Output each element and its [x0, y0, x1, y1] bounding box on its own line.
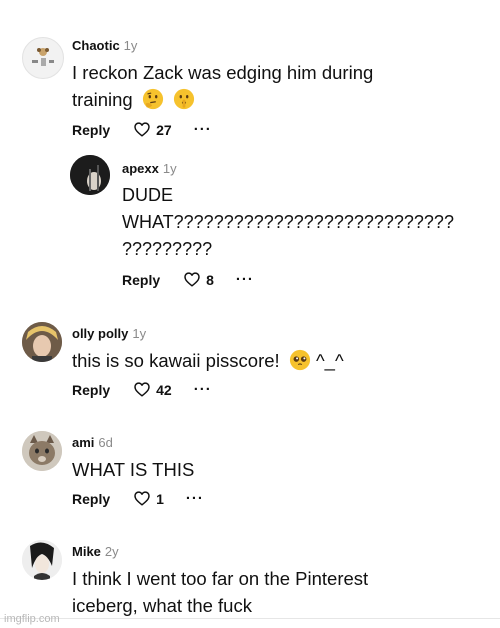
reply-button[interactable]: Reply [72, 382, 110, 398]
shushing-face-icon [173, 88, 195, 110]
pleading-face-icon [289, 349, 310, 371]
reply-button[interactable]: Reply [72, 122, 110, 138]
comment-text: this is so kawaii pisscore! ^_^ [72, 349, 344, 371]
like-button[interactable]: 42 [134, 382, 172, 398]
timestamp: 1y [162, 161, 177, 176]
timestamp: 1y [123, 38, 138, 53]
more-options-icon[interactable]: ··· [194, 121, 212, 138]
more-options-icon[interactable]: ··· [186, 490, 204, 507]
reply-button[interactable]: Reply [122, 272, 160, 288]
reply-button[interactable]: Reply [72, 491, 110, 507]
like-button[interactable]: 1 [134, 491, 164, 507]
heart-icon [134, 491, 150, 506]
timestamp: 2y [104, 544, 119, 559]
watermark: imgflip.com [4, 613, 60, 625]
thinking-face-icon [142, 88, 163, 110]
like-count: 1 [156, 490, 164, 507]
more-options-icon[interactable]: ··· [236, 271, 254, 288]
like-count: 8 [206, 271, 214, 288]
cartoon-avatar-icon [32, 48, 54, 66]
username[interactable]: ami [72, 435, 94, 450]
like-button[interactable]: 8 [184, 272, 214, 288]
username[interactable]: Mike [72, 544, 101, 559]
username[interactable]: Chaotic [72, 38, 120, 53]
avatar[interactable] [70, 155, 110, 195]
avatar[interactable] [22, 322, 62, 362]
avatar[interactable] [22, 37, 64, 79]
comment-text: DUDE WHAT???????????????????????????? ??… [122, 185, 454, 259]
like-count: 42 [156, 381, 172, 398]
comment-text: WHAT IS THIS [72, 459, 195, 480]
photo-avatar-icon [22, 322, 62, 362]
heart-icon [184, 272, 200, 287]
divider [0, 618, 500, 619]
cat-photo-avatar-icon [22, 431, 62, 471]
comment-text: I think I went too far on the Pinterest … [72, 568, 369, 616]
avatar[interactable] [22, 431, 62, 471]
timestamp: 6d [98, 435, 113, 450]
username[interactable]: olly polly [72, 326, 128, 341]
drawing-avatar-icon [22, 540, 62, 580]
avatar[interactable] [22, 540, 62, 580]
more-options-icon[interactable]: ··· [194, 381, 212, 398]
like-button[interactable]: 27 [134, 122, 172, 138]
like-count: 27 [156, 121, 172, 138]
timestamp: 1y [132, 326, 147, 341]
heart-icon [134, 382, 150, 397]
heart-icon [134, 122, 150, 137]
comment-text: I reckon Zack was edging him during trai… [72, 62, 374, 110]
username[interactable]: apexx [122, 161, 159, 176]
photo-avatar-icon [70, 155, 110, 195]
